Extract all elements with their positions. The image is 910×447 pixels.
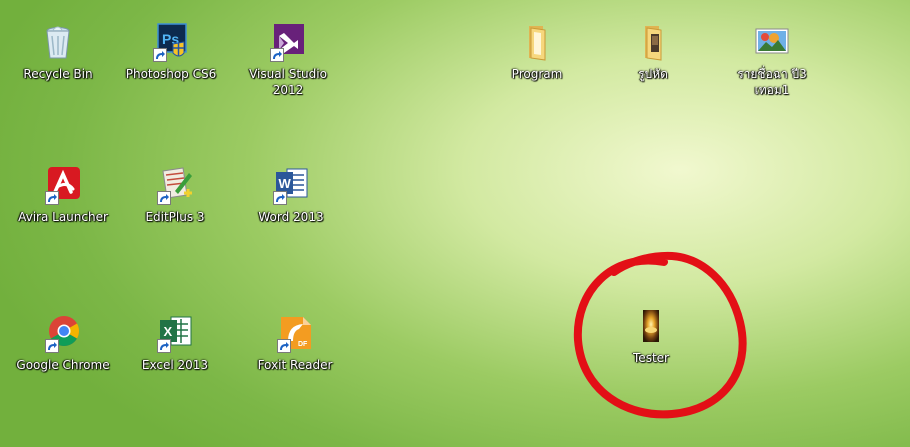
shortcut-arrow-icon xyxy=(157,191,171,205)
svg-text:X: X xyxy=(164,324,173,339)
editplus-icon xyxy=(155,165,195,205)
desktop-icon-photos-folder[interactable]: รูปหัด xyxy=(603,22,703,82)
recycle-bin-icon xyxy=(38,22,78,62)
desktop-icon-recycle-bin[interactable]: Recycle Bin xyxy=(8,22,108,82)
shortcut-arrow-icon xyxy=(45,339,59,353)
desktop-icon-label: Photoshop CS6 xyxy=(125,67,217,81)
desktop-icon-visual-studio[interactable]: Visual Studio 2012 xyxy=(238,22,338,98)
desktop-icon-tester[interactable]: Tester xyxy=(601,306,701,366)
desktop-icon-label: Tester xyxy=(633,351,669,365)
desktop-icon-label: Excel 2013 xyxy=(141,358,209,372)
desktop-icon-label: EditPlus 3 xyxy=(145,210,205,224)
desktop-icon-label: รูปหัด xyxy=(638,67,668,81)
avira-icon xyxy=(43,165,83,205)
shortcut-arrow-icon xyxy=(153,48,167,62)
tester-app-icon xyxy=(631,306,671,346)
desktop-icon-label: Foxit Reader xyxy=(257,358,333,372)
desktop-icon-chrome[interactable]: Google Chrome xyxy=(13,313,113,373)
desktop-icon-label: Google Chrome xyxy=(16,358,110,372)
shortcut-arrow-icon xyxy=(45,191,59,205)
desktop-icon-label: Visual Studio 2012 xyxy=(249,67,327,97)
desktop-icon-image-file[interactable]: รายชื่อฉา ปี3 เทอม1 xyxy=(722,22,822,98)
desktop-icon-photoshop[interactable]: Ps Photoshop CS6 xyxy=(121,22,221,82)
desktop-icon-label: Program xyxy=(511,67,563,81)
photoshop-icon: Ps xyxy=(151,22,191,62)
desktop-icon-label: Word 2013 xyxy=(258,210,324,224)
foxit-icon: DF xyxy=(275,313,315,353)
svg-text:DF: DF xyxy=(298,341,308,348)
folder-icon xyxy=(633,22,673,62)
desktop-icon-word[interactable]: W Word 2013 xyxy=(241,165,341,225)
svg-text:W: W xyxy=(279,176,292,191)
shortcut-arrow-icon xyxy=(157,339,171,353)
desktop-icon-program-folder[interactable]: Program xyxy=(487,22,587,82)
shortcut-arrow-icon xyxy=(277,339,291,353)
excel-icon: X xyxy=(155,313,195,353)
shortcut-arrow-icon xyxy=(270,48,284,62)
folder-icon xyxy=(517,22,557,62)
desktop-icon-foxit[interactable]: DF Foxit Reader xyxy=(245,313,345,373)
visual-studio-icon xyxy=(268,22,308,62)
desktop: Recycle Bin Ps Photoshop CS6 Visual Stud… xyxy=(0,0,910,447)
word-icon: W xyxy=(271,165,311,205)
desktop-icon-editplus[interactable]: EditPlus 3 xyxy=(125,165,225,225)
desktop-icon-excel[interactable]: X Excel 2013 xyxy=(125,313,225,373)
shortcut-arrow-icon xyxy=(273,191,287,205)
desktop-icon-avira[interactable]: Avira Launcher xyxy=(13,165,113,225)
image-file-icon xyxy=(752,22,792,62)
desktop-icon-label: Recycle Bin xyxy=(23,67,93,81)
desktop-icon-label: Avira Launcher xyxy=(18,210,108,224)
desktop-icon-label: รายชื่อฉา ปี3 เทอม1 xyxy=(737,67,807,97)
chrome-icon xyxy=(43,313,83,353)
